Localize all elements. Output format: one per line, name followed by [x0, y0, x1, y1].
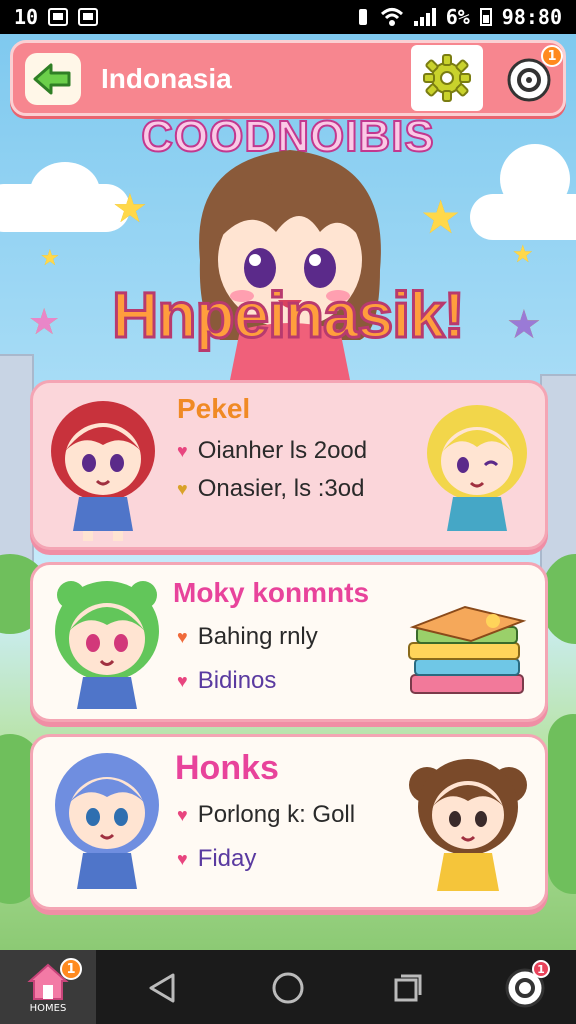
- profile-badge: 1: [532, 960, 550, 978]
- arrow-left-icon: [33, 63, 71, 95]
- star-decoration: ★: [112, 186, 148, 232]
- star-decoration: ★: [512, 240, 534, 268]
- app-notification-icon: [78, 8, 99, 26]
- category-card-3[interactable]: Honks ♥ Porlong k: Goll ♥ Fiday: [30, 734, 548, 910]
- status-bar: 10 6% 98:80: [0, 0, 576, 34]
- books-illustration: [408, 605, 527, 694]
- top-app-bar: Indonasia 1: [10, 40, 566, 116]
- home-badge: 1: [60, 958, 82, 980]
- heart-icon: ♥: [177, 440, 188, 461]
- status-clock: 98:80: [501, 5, 562, 29]
- battery-percent: 6%: [445, 5, 470, 29]
- battery-icon: [479, 8, 492, 26]
- heart-icon: ♥: [177, 670, 188, 691]
- image-notification-icon: [48, 8, 69, 26]
- settings-button[interactable]: [411, 45, 483, 111]
- card-line: ♥ Oianher ls 2ood: [177, 437, 368, 464]
- signal-icon: [413, 8, 436, 26]
- triangle-back-icon: [149, 973, 175, 1003]
- category-card-1[interactable]: Pekel ♥ Oianher ls 2ood ♥ Onasier, ls :3…: [30, 380, 548, 550]
- home-label: HOMES: [29, 1002, 67, 1014]
- system-recents-button[interactable]: [386, 966, 430, 1010]
- wifi-icon: [380, 8, 403, 26]
- system-back-button[interactable]: [140, 966, 184, 1010]
- heart-icon: ♥: [177, 804, 188, 825]
- back-button[interactable]: [25, 53, 81, 105]
- heart-icon: ♥: [177, 478, 188, 499]
- card-line: ♥ Onasier, ls :3od: [177, 475, 365, 502]
- notification-button[interactable]: 1: [499, 45, 563, 109]
- card-title: Moky konmnts: [173, 577, 370, 608]
- vibrate-icon: [358, 9, 367, 25]
- bottom-nav-bar: HOMES 1 1: [0, 950, 576, 1024]
- star-decoration: ★: [40, 246, 60, 271]
- heart-icon: ♥: [177, 848, 188, 869]
- card-line: ♥ Porlong k: Goll: [177, 801, 356, 828]
- status-time-left: 10: [14, 5, 39, 29]
- category-card-2[interactable]: Moky konmnts ♥ Bahing rnly ♥ Bidinos: [30, 562, 548, 722]
- card-line: ♥ Fiday: [177, 845, 257, 872]
- system-home-button[interactable]: [266, 966, 310, 1010]
- page-title: Indonasia: [101, 63, 232, 94]
- home-tab[interactable]: HOMES 1: [0, 950, 96, 1024]
- notification-badge: 1: [541, 45, 563, 67]
- green-hair-chibi: [55, 581, 159, 709]
- card-title: Pekel: [177, 393, 251, 424]
- blue-hair-chibi: [55, 753, 159, 889]
- card-title: Honks: [175, 749, 279, 787]
- star-decoration: ★: [420, 190, 462, 244]
- heart-icon: ♥: [177, 626, 188, 647]
- red-hair-chibi: [51, 401, 155, 541]
- recents-icon: [394, 974, 422, 1002]
- card-line: ♥ Bidinos: [177, 667, 277, 694]
- gear-icon: [423, 54, 471, 102]
- blonde-chibi: [427, 405, 527, 531]
- profile-button[interactable]: 1: [500, 960, 550, 1012]
- brown-hair-chibi: [409, 759, 527, 891]
- circle-home-icon: [272, 972, 304, 1004]
- card-line: ♥ Bahing rnly: [177, 623, 318, 650]
- hero-logo-main: Hnpeinasik!: [111, 278, 467, 353]
